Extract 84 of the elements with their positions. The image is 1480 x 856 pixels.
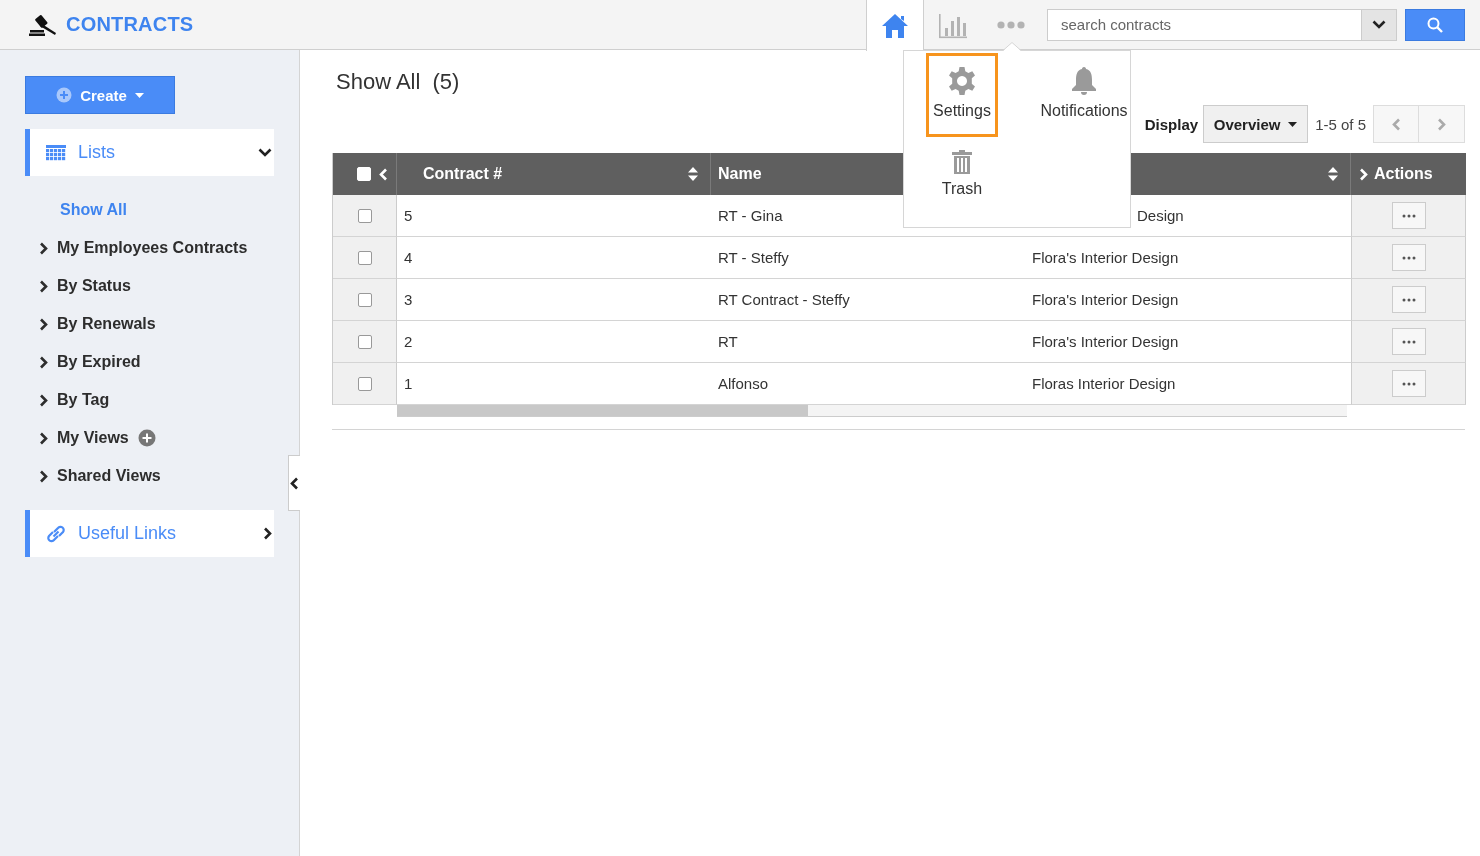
sidebar-item[interactable]: By Status — [39, 267, 273, 305]
table-cell: 2 — [404, 333, 413, 350]
chevron-right-icon — [39, 431, 48, 445]
gear-icon — [947, 66, 977, 96]
row-actions-button[interactable] — [1391, 328, 1426, 355]
app-title: CONTRACTS — [66, 13, 194, 36]
more-dots-icon — [1401, 255, 1416, 260]
plus-circle-icon — [56, 87, 73, 103]
next-page-button[interactable] — [1419, 105, 1465, 143]
chevron-right-icon — [39, 279, 48, 293]
gavel-icon — [28, 13, 58, 36]
search-field[interactable]: search contracts — [1047, 8, 1362, 41]
more-dots-icon — [1401, 339, 1416, 344]
row-checkbox[interactable] — [357, 250, 372, 265]
sidebar-item[interactable]: My Employees Contracts — [39, 229, 273, 267]
scroll-left-button[interactable] — [379, 167, 388, 181]
chevron-right-icon — [39, 355, 48, 369]
select-all-checkbox[interactable] — [357, 167, 371, 181]
home-tab[interactable] — [866, 0, 924, 51]
link-icon — [46, 524, 66, 543]
table-cell: Flora's Interior Design — [1032, 291, 1179, 308]
chevron-right-icon — [1437, 117, 1446, 131]
caret-icon — [134, 92, 144, 98]
calendar-grid-icon — [46, 144, 66, 161]
add-view-icon — [137, 429, 156, 447]
table-cell: RT - Gina — [718, 207, 783, 224]
column-header[interactable]: Contract # — [397, 153, 711, 195]
chevron-left-icon — [1391, 117, 1401, 131]
chevron-left-icon — [379, 167, 388, 181]
table-cell: Alfonso — [718, 375, 769, 392]
row-checkbox[interactable] — [357, 376, 372, 391]
row-actions-button[interactable] — [1391, 202, 1426, 229]
horizontal-scrollbar[interactable] — [397, 405, 1347, 417]
table-cell: Floras Interior Design — [1032, 375, 1176, 392]
chevron-right-icon — [39, 469, 48, 483]
collapse-sidebar-button[interactable] — [288, 455, 300, 511]
chevron-right-icon — [39, 317, 48, 331]
sidebar-item[interactable]: By Expired — [39, 343, 273, 381]
sidebar-item[interactable]: By Renewals — [39, 305, 273, 343]
page-range: 1-5 of 5 — [1315, 115, 1366, 133]
chevron-right-icon — [39, 241, 48, 255]
table-cell: 4 — [404, 249, 413, 266]
row-checkbox[interactable] — [357, 208, 372, 223]
search-icon — [1427, 16, 1443, 33]
chevron-left-icon — [290, 476, 299, 490]
search-dropdown-button[interactable] — [1362, 8, 1397, 41]
caret-icon — [1288, 121, 1298, 127]
more-dots-icon — [997, 20, 1025, 29]
page-title: Show All — [336, 69, 421, 96]
sidebar-item[interactable]: Shared Views — [39, 457, 273, 495]
more-dots-icon — [1401, 297, 1416, 302]
table-cell: RT — [718, 333, 738, 350]
previous-page-button[interactable] — [1373, 105, 1419, 143]
row-checkbox[interactable] — [357, 334, 372, 349]
view-dropdown[interactable]: Overview — [1203, 105, 1309, 143]
table-cell: 1 — [404, 375, 413, 392]
table-cell: RT - Steffy — [718, 249, 789, 266]
more-dots-icon — [1401, 381, 1416, 386]
display-label: Display — [1144, 115, 1199, 133]
chevron-right-icon — [1359, 167, 1368, 181]
actions-header: Actions — [1351, 153, 1466, 195]
search-button[interactable] — [1405, 8, 1465, 41]
record-count: (5) — [432, 69, 460, 96]
sidebar-item[interactable]: By Tag — [39, 381, 273, 419]
menu-item[interactable]: Settings — [926, 53, 998, 137]
chevron-right-icon — [263, 527, 272, 540]
sidebar-item[interactable]: My Views — [39, 419, 273, 457]
row-actions-button[interactable] — [1391, 370, 1426, 397]
table-cell: Design — [1137, 207, 1184, 224]
row-actions-button[interactable] — [1391, 244, 1426, 271]
table-cell: Flora's Interior Design — [1032, 249, 1179, 266]
row-checkbox[interactable] — [357, 292, 372, 307]
chevron-down-icon — [1372, 20, 1386, 29]
chevron-right-icon — [39, 393, 48, 407]
home-icon — [881, 12, 909, 39]
table-cell: RT Contract - Steffy — [718, 291, 850, 308]
table-cell: Flora's Interior Design — [1032, 333, 1179, 350]
trash-icon — [952, 150, 972, 174]
more-dots-icon — [1401, 213, 1416, 218]
row-actions-button[interactable] — [1391, 286, 1426, 313]
table-cell: 5 — [404, 207, 413, 224]
chevron-down-icon — [258, 148, 272, 157]
table-cell: 3 — [404, 291, 413, 308]
bell-icon — [1071, 66, 1097, 96]
